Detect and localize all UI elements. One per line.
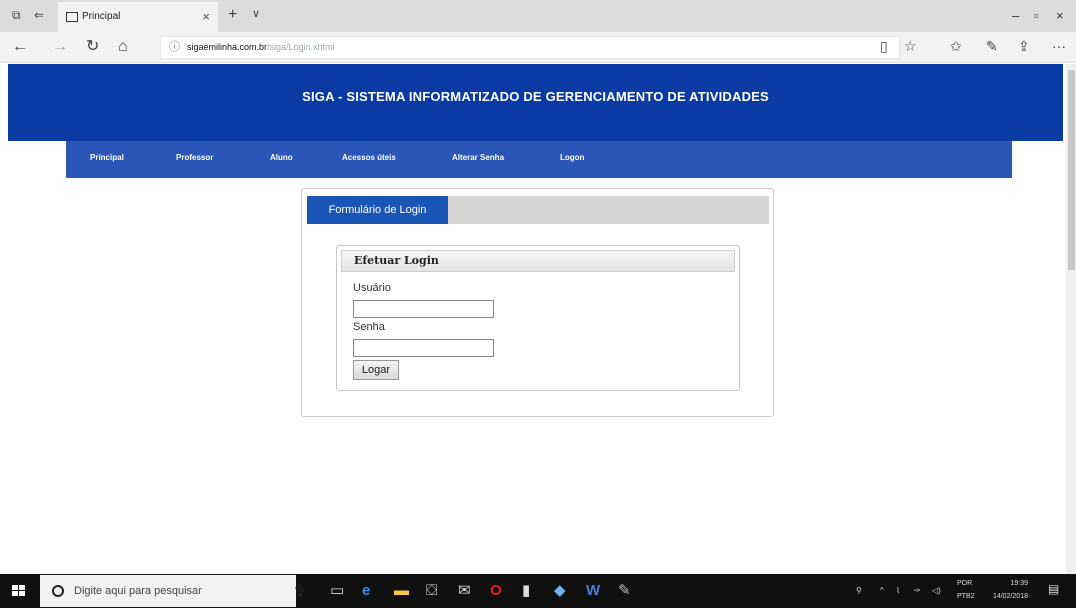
pen-icon[interactable]: ✑	[914, 586, 921, 595]
language-indicator[interactable]: POR PTB2	[957, 577, 975, 603]
main-menu: Principal Professor Aluno Acessos úteis …	[66, 141, 1012, 178]
page-icon	[66, 12, 78, 22]
login-fieldset: Efetuar Login Usuário Senha Logar	[336, 245, 740, 391]
browser-toolbar: ← → ↻ ⌂ ⓘ sigaemilinha.com.br/siga/Login…	[0, 32, 1076, 63]
url-path: /siga/Login.xhtml	[267, 42, 335, 52]
windows-taskbar: Digite aqui para pesquisar 🎙 ▭ e ▬ ⛋ ✉ O…	[0, 574, 1076, 608]
minimize-button[interactable]: –	[1012, 8, 1019, 23]
taskbar-search-box[interactable]: Digite aqui para pesquisar 🎙	[40, 575, 307, 607]
menu-item-acessos-uteis[interactable]: Acessos úteis	[342, 153, 396, 162]
site-header: SIGA - SISTEMA INFORMATIZADO DE GERENCIA…	[8, 64, 1063, 141]
menu-item-principal[interactable]: Principal	[90, 153, 124, 162]
paint-icon[interactable]: ✎	[618, 582, 631, 600]
notifications-icon[interactable]: ▤	[1048, 582, 1059, 596]
search-placeholder: Digite aqui para pesquisar	[74, 585, 202, 597]
info-icon[interactable]: ⓘ	[169, 37, 180, 58]
tab-formulario-de-login[interactable]: Formulário de Login	[307, 196, 448, 224]
share-icon[interactable]: ⇪	[1018, 38, 1030, 55]
menu-item-logon[interactable]: Logon	[560, 153, 584, 162]
refresh-icon[interactable]: ↻	[86, 37, 99, 57]
tab-preview-icon[interactable]: ⧉	[12, 8, 21, 22]
chevron-down-icon[interactable]: ∨	[252, 7, 260, 20]
windows-start-icon[interactable]	[12, 585, 26, 597]
menu-item-professor[interactable]: Professor	[176, 153, 213, 162]
task-view-icon[interactable]: ▭	[330, 582, 344, 600]
virtualbox-icon[interactable]: ◆	[554, 582, 566, 600]
home-icon[interactable]: ⌂	[118, 37, 128, 57]
set-tabs-aside-icon[interactable]: ⇐	[34, 8, 44, 22]
username-label: Usuário	[353, 282, 391, 294]
scrollbar-thumb[interactable]	[1068, 70, 1075, 270]
menu-item-alterar-senha[interactable]: Alterar Senha	[452, 153, 504, 162]
panel-tab-bar: Formulário de Login	[307, 196, 769, 224]
tab-title: Principal	[82, 11, 121, 22]
login-form-panel: Formulário de Login Efetuar Login Usuári…	[301, 188, 774, 417]
web-page: SIGA - SISTEMA INFORMATIZADO DE GERENCIA…	[0, 64, 1066, 574]
menu-item-aluno[interactable]: Aluno	[270, 153, 293, 162]
maximize-button[interactable]: ▫	[1034, 8, 1039, 23]
tab-close-icon[interactable]: ×	[202, 2, 210, 32]
new-tab-icon[interactable]: +	[228, 6, 237, 24]
browser-titlebar: ⧉ ⇐ Principal × + ∨ – ▫ ×	[0, 0, 1076, 32]
network-icon[interactable]: ⌇	[896, 586, 900, 595]
username-input[interactable]	[353, 300, 494, 318]
mail-icon[interactable]: ✉	[458, 582, 471, 600]
system-clock[interactable]: 19:39 14/02/2018	[984, 577, 1028, 603]
password-label: Senha	[353, 321, 385, 333]
site-title: SIGA - SISTEMA INFORMATIZADO DE GERENCIA…	[302, 89, 769, 104]
volume-icon[interactable]: ◁)	[932, 586, 941, 595]
clock-time: 19:39	[1010, 580, 1028, 587]
opera-icon[interactable]: O	[490, 582, 502, 600]
more-icon[interactable]: ···	[1052, 38, 1066, 54]
reading-view-icon[interactable]: ▯	[880, 38, 888, 55]
language-bottom: PTB2	[957, 593, 975, 600]
url-host: sigaemilinha.com.br	[187, 42, 268, 52]
forward-arrow-icon[interactable]: →	[52, 37, 68, 57]
close-window-button[interactable]: ×	[1056, 8, 1064, 23]
language-top: POR	[957, 580, 973, 587]
favorite-star-icon[interactable]: ☆	[904, 38, 917, 55]
store-icon[interactable]: ⛋	[426, 582, 437, 600]
document-icon[interactable]: ▮	[522, 582, 530, 600]
address-bar-input[interactable]: ⓘ sigaemilinha.com.br/siga/Login.xhtml	[160, 36, 900, 59]
edge-icon[interactable]: e	[362, 582, 370, 600]
login-heading: Efetuar Login	[341, 250, 735, 272]
microphone-icon[interactable]: 🎙	[292, 575, 307, 607]
password-input[interactable]	[353, 339, 494, 357]
favorites-hub-icon[interactable]: ✩	[950, 38, 962, 55]
file-explorer-icon[interactable]: ▬	[394, 582, 409, 600]
word-icon[interactable]: W	[586, 582, 600, 600]
people-icon[interactable]: ⚲	[856, 586, 862, 595]
web-note-icon[interactable]: ✎	[986, 38, 998, 55]
chevron-up-icon[interactable]: ^	[880, 586, 884, 595]
login-button[interactable]: Logar	[353, 360, 399, 380]
cortana-icon	[52, 585, 64, 597]
back-arrow-icon[interactable]: ←	[12, 37, 28, 57]
clock-date: 14/02/2018	[992, 593, 1028, 600]
browser-tab-principal[interactable]: Principal ×	[58, 2, 218, 32]
